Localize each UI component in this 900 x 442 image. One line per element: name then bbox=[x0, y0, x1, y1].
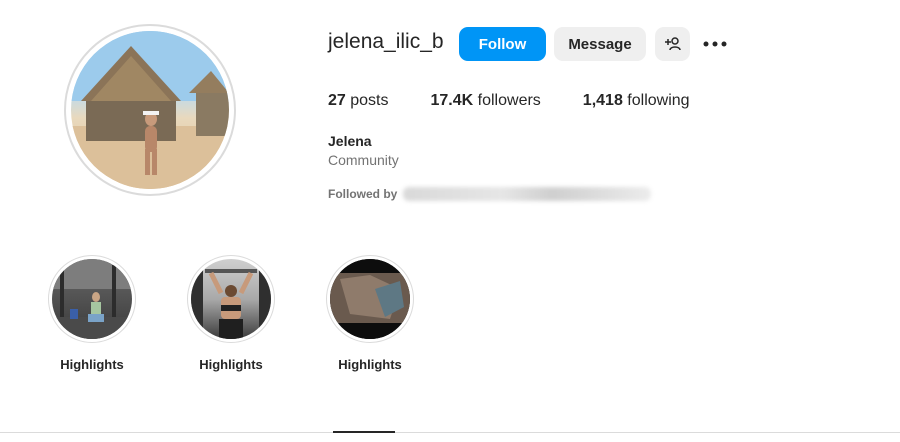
avatar-image bbox=[71, 31, 229, 189]
followed-by[interactable]: Followed by bbox=[328, 187, 652, 201]
tabs-divider bbox=[0, 432, 900, 433]
highlight-label: Highlights bbox=[199, 357, 263, 372]
profile-stats: 27 posts 17.4K followers 1,418 following bbox=[328, 92, 690, 110]
highlight-item[interactable]: Highlights bbox=[48, 255, 136, 372]
full-name: Jelena bbox=[328, 133, 372, 149]
gym-scene-illustration bbox=[52, 259, 132, 339]
highlight-item[interactable]: Highlights bbox=[326, 255, 414, 372]
highlight-cover bbox=[330, 259, 410, 339]
following-count: 1,418 bbox=[582, 92, 623, 109]
add-person-icon bbox=[664, 37, 681, 51]
gym-back-illustration bbox=[191, 259, 271, 339]
username: jelena_ilic_b bbox=[328, 30, 444, 53]
followed-by-names-blurred bbox=[403, 187, 652, 201]
profile-avatar[interactable] bbox=[64, 24, 236, 196]
highlight-item[interactable]: Highlights bbox=[187, 255, 275, 372]
posts-stat: 27 posts bbox=[328, 92, 389, 110]
profile-category: Community bbox=[328, 152, 399, 168]
message-button[interactable]: Message bbox=[554, 27, 646, 61]
followers-count: 17.4K bbox=[430, 92, 474, 109]
followers-label: followers bbox=[477, 92, 541, 109]
highlight-cover bbox=[191, 259, 271, 339]
followers-stat[interactable]: 17.4K followers bbox=[431, 92, 541, 110]
more-options-icon bbox=[703, 41, 727, 47]
active-tab-indicator bbox=[333, 431, 395, 433]
follow-button[interactable]: Follow bbox=[459, 27, 546, 61]
more-options-button[interactable] bbox=[701, 33, 729, 55]
highlight-cover bbox=[52, 259, 132, 339]
posts-label: posts bbox=[350, 92, 389, 109]
highlight-label: Highlights bbox=[338, 357, 402, 372]
highlight-label: Highlights bbox=[60, 357, 124, 372]
beach-hut-illustration bbox=[71, 31, 229, 189]
highlight-cover-ring[interactable] bbox=[326, 255, 414, 343]
dark-scene-illustration bbox=[330, 259, 410, 339]
following-label: following bbox=[627, 92, 690, 109]
followed-by-label: Followed by bbox=[328, 187, 398, 201]
highlight-cover-ring[interactable] bbox=[187, 255, 275, 343]
highlight-cover-ring[interactable] bbox=[48, 255, 136, 343]
following-stat[interactable]: 1,418 following bbox=[583, 92, 690, 110]
posts-count: 27 bbox=[328, 92, 346, 109]
suggested-accounts-button[interactable] bbox=[655, 27, 690, 61]
